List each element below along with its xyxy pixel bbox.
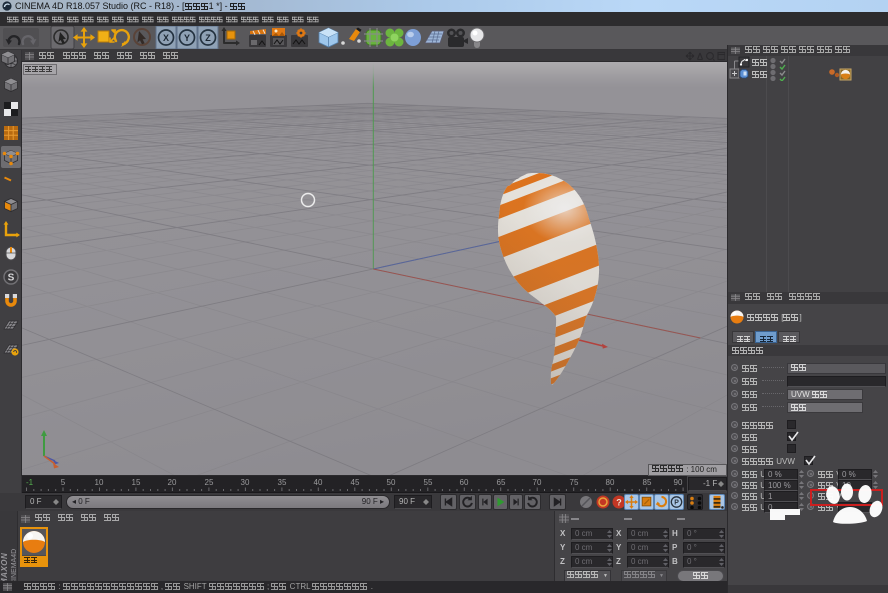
svg-text:50: 50 xyxy=(387,478,396,487)
svg-text:85: 85 xyxy=(643,478,652,487)
svg-text:90: 90 xyxy=(674,478,683,487)
svg-text:25: 25 xyxy=(205,478,214,487)
svg-text:45: 45 xyxy=(351,478,360,487)
svg-text:P: P xyxy=(674,500,679,507)
svg-text:75: 75 xyxy=(570,478,579,487)
svg-text:15: 15 xyxy=(132,478,141,487)
svg-text:35: 35 xyxy=(278,478,287,487)
svg-text:30: 30 xyxy=(241,478,250,487)
svg-text:Z: Z xyxy=(205,33,211,43)
svg-text:X: X xyxy=(163,33,169,43)
svg-text:Y: Y xyxy=(184,33,190,43)
svg-text:5: 5 xyxy=(61,478,66,487)
svg-text:80: 80 xyxy=(606,478,615,487)
svg-text:60: 60 xyxy=(460,478,469,487)
svg-text:70: 70 xyxy=(533,478,542,487)
svg-text:40: 40 xyxy=(314,478,323,487)
svg-text:20: 20 xyxy=(168,478,177,487)
svg-text:65: 65 xyxy=(497,478,506,487)
svg-text:10: 10 xyxy=(95,478,104,487)
svg-text:-1: -1 xyxy=(26,478,34,487)
svg-text:?: ? xyxy=(616,498,622,508)
svg-text:55: 55 xyxy=(424,478,433,487)
svg-text:S: S xyxy=(8,273,15,284)
